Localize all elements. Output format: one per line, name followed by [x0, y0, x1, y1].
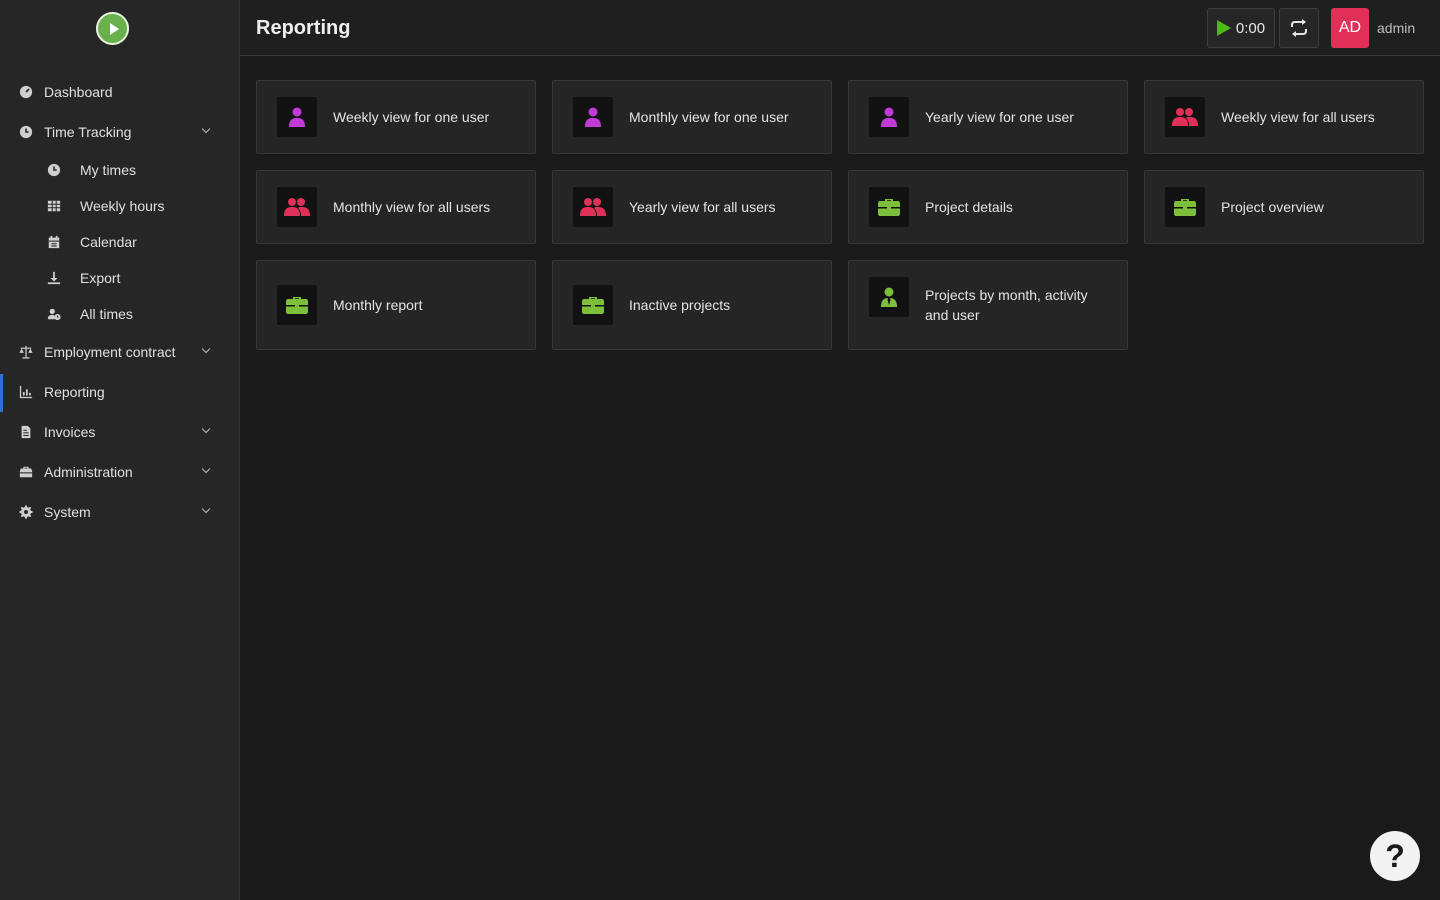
app-logo[interactable] [96, 12, 129, 45]
report-card-weekly-one-user[interactable]: Weekly view for one user [256, 80, 536, 154]
clock-icon [18, 124, 34, 140]
report-card-monthly-one-user[interactable]: Monthly view for one user [552, 80, 832, 154]
gear-icon [18, 504, 34, 520]
sidebar-item-label: Administration [44, 464, 133, 480]
sidebar-item-label: Time Tracking [44, 124, 132, 140]
clock-icon [46, 162, 62, 178]
report-label: Monthly report [333, 297, 423, 313]
report-card-project-details[interactable]: Project details [848, 170, 1128, 244]
sidebar-item-label: Reporting [44, 384, 105, 400]
chevron-down-icon [201, 424, 211, 434]
sidebar-item-reporting[interactable]: Reporting [0, 372, 239, 412]
chevron-down-icon [201, 504, 211, 514]
chart-icon [18, 384, 34, 400]
user-icon [869, 97, 909, 137]
sidebar-item-label: Dashboard [44, 84, 113, 100]
chevron-down-icon [201, 464, 211, 474]
report-card-yearly-all-users[interactable]: Yearly view for all users [552, 170, 832, 244]
sidebar-item-label: System [44, 504, 91, 520]
report-label: Projects by month, activity and user [925, 287, 1088, 323]
report-label: Project details [925, 199, 1013, 215]
sidebar-item-administration[interactable]: Administration [0, 452, 239, 492]
username[interactable]: admin [1377, 20, 1415, 36]
sidebar-nav: Dashboard Time Tracking My times Weekly … [0, 72, 239, 532]
report-label: Project overview [1221, 199, 1324, 215]
balance-scale-icon [18, 344, 34, 360]
timer-value: 0:00 [1235, 19, 1266, 37]
sidebar-item-employment-contract[interactable]: Employment contract [0, 332, 239, 372]
report-card-yearly-one-user[interactable]: Yearly view for one user [848, 80, 1128, 154]
briefcase-icon [277, 285, 317, 325]
report-label: Yearly view for one user [925, 109, 1074, 125]
sidebar-item-label: Employment contract [44, 344, 176, 360]
briefcase-icon [869, 187, 909, 227]
sidebar-item-my-times[interactable]: My times [0, 152, 239, 188]
user-clock-icon [46, 306, 62, 322]
play-icon [1216, 20, 1231, 36]
sidebar-item-invoices[interactable]: Invoices [0, 412, 239, 452]
sidebar-item-time-tracking[interactable]: Time Tracking [0, 112, 239, 152]
sidebar-item-label: Invoices [44, 424, 96, 440]
calendar-icon [46, 234, 62, 250]
sidebar: Dashboard Time Tracking My times Weekly … [0, 0, 240, 900]
report-card-project-overview[interactable]: Project overview [1144, 170, 1424, 244]
sidebar-item-label: Weekly hours [80, 198, 165, 214]
help-button[interactable]: ? [1370, 831, 1420, 881]
user-icon [573, 97, 613, 137]
page-title: Reporting [256, 17, 351, 39]
sidebar-item-label: Calendar [80, 234, 137, 250]
invoice-icon [18, 424, 34, 440]
sidebar-item-dashboard[interactable]: Dashboard [0, 72, 239, 112]
sync-icon [1291, 19, 1307, 37]
users-icon [1165, 97, 1205, 137]
top-header: Reporting 0:00 AD admin [240, 0, 1440, 56]
sync-button[interactable] [1279, 8, 1319, 48]
sidebar-item-weekly-hours[interactable]: Weekly hours [0, 188, 239, 224]
report-label: Yearly view for all users [629, 199, 776, 215]
users-icon [277, 187, 317, 227]
report-label: Monthly view for all users [333, 199, 491, 215]
user-tie-icon [869, 277, 909, 317]
report-label: Weekly view for all users [1221, 109, 1375, 125]
sidebar-item-label: My times [80, 162, 136, 178]
report-card-weekly-all-users[interactable]: Weekly view for all users [1144, 80, 1424, 154]
report-card-inactive-projects[interactable]: Inactive projects [552, 260, 832, 350]
report-card-monthly-report[interactable]: Monthly report [256, 260, 536, 350]
report-label: Inactive projects [629, 297, 731, 313]
chevron-down-icon [201, 344, 211, 354]
briefcase-icon [1165, 187, 1205, 227]
avatar[interactable]: AD [1331, 8, 1369, 48]
start-timer-button[interactable]: 0:00 [1207, 8, 1275, 48]
gauge-icon [18, 84, 34, 100]
play-icon [109, 22, 119, 35]
table-icon [46, 198, 62, 214]
sidebar-item-system[interactable]: System [0, 492, 239, 532]
download-icon [46, 270, 62, 286]
report-card-projects-by-month[interactable]: Projects by month, activity and user [848, 260, 1128, 350]
report-label: Weekly view for one user [333, 109, 490, 125]
sidebar-item-label: Export [80, 270, 121, 286]
report-label: Monthly view for one user [629, 109, 789, 125]
sidebar-item-calendar[interactable]: Calendar [0, 224, 239, 260]
sidebar-item-label: All times [80, 306, 133, 322]
sidebar-item-all-times[interactable]: All times [0, 296, 239, 332]
sidebar-item-export[interactable]: Export [0, 260, 239, 296]
briefcase-icon [573, 285, 613, 325]
user-icon [277, 97, 317, 137]
toolbox-icon [18, 464, 34, 480]
chevron-down-icon [201, 124, 211, 134]
users-icon [573, 187, 613, 227]
report-card-monthly-all-users[interactable]: Monthly view for all users [256, 170, 536, 244]
